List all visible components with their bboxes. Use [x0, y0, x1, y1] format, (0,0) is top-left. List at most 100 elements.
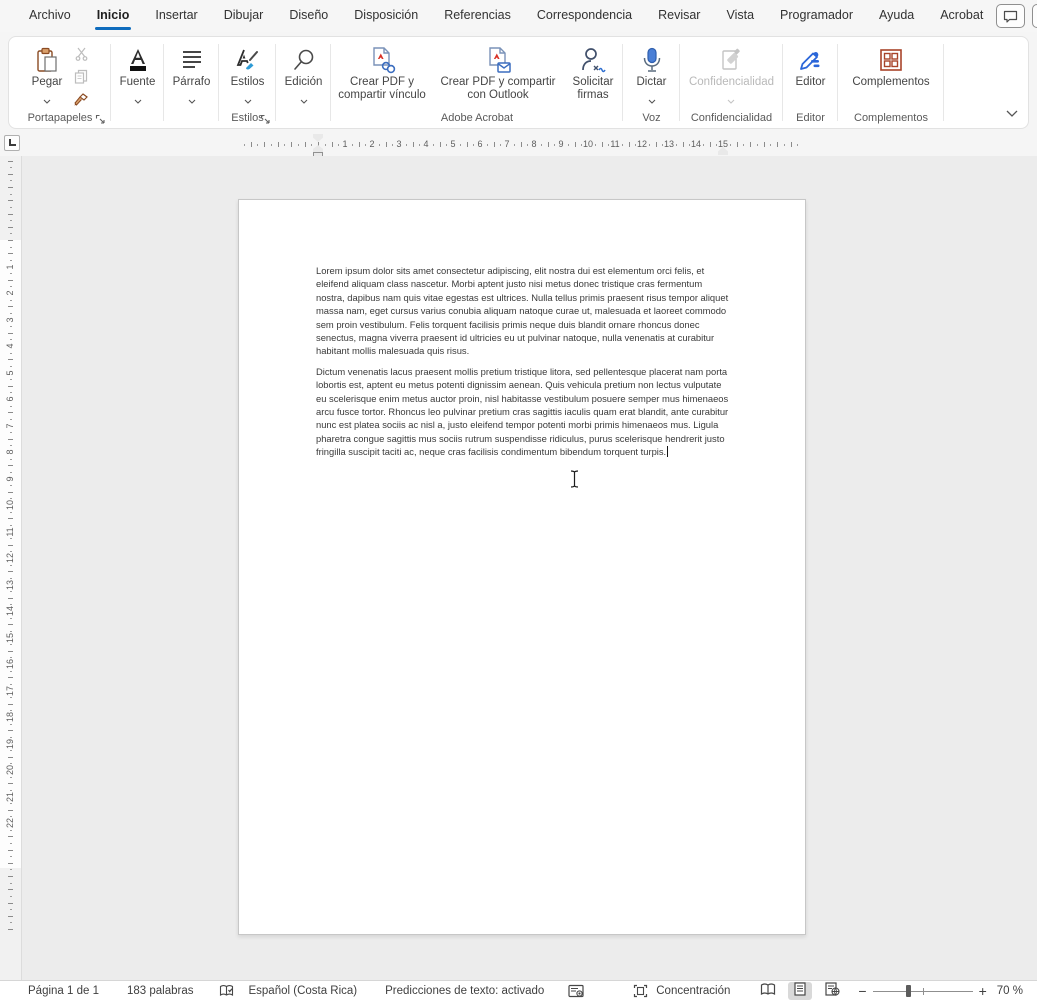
editing-label: Edición: [285, 76, 323, 89]
clipboard-icon: [33, 46, 61, 74]
styles-label: Estilos: [231, 76, 265, 89]
menu-tab-archivo[interactable]: Archivo: [16, 0, 84, 32]
menu-tab-ayuda[interactable]: Ayuda: [866, 0, 927, 32]
vertical-ruler[interactable]: 12345678910111213141516171819202122: [0, 156, 22, 980]
focus-mode-button[interactable]: Concentración: [656, 985, 730, 997]
ribbon: Pegar: [0, 32, 1037, 133]
zoom-out-button[interactable]: −: [858, 983, 866, 999]
format-painter-button[interactable]: [70, 92, 92, 112]
ruler-number: 12: [5, 551, 15, 565]
ruler-tick: [10, 591, 12, 592]
ruler-tick: [10, 485, 12, 486]
read-mode-button[interactable]: [756, 982, 780, 1000]
ruler-tick: [332, 142, 333, 147]
ruler-tick: [10, 869, 12, 870]
ruler-number: 17: [5, 684, 15, 698]
menu-tab-diseño[interactable]: Diseño: [276, 0, 341, 32]
status-bar: Página 1 de 1 183 palabras Español (Cost…: [0, 980, 1037, 1000]
ruler-tick: [379, 144, 380, 146]
ruler-tick: [797, 144, 798, 146]
font-button[interactable]: Fuente: [116, 44, 160, 128]
print-layout-button[interactable]: [788, 982, 812, 1000]
menu-tab-correspondencia[interactable]: Correspondencia: [524, 0, 645, 32]
chevron-down-icon: [648, 91, 656, 109]
ruler-tick: [8, 651, 13, 652]
editing-button[interactable]: Edición: [281, 44, 327, 128]
menu-tab-vista[interactable]: Vista: [713, 0, 767, 32]
ruler-tick: [548, 142, 549, 147]
format-painter-icon: [73, 92, 89, 112]
zoom-slider-thumb[interactable]: [906, 985, 911, 997]
menu-tab-acrobat[interactable]: Acrobat: [927, 0, 996, 32]
ruler-tick: [649, 144, 650, 146]
zoom-level[interactable]: 70 %: [997, 985, 1023, 997]
ruler-tick: [10, 300, 12, 301]
document-text[interactable]: Lorem ipsum dolor sits amet consectetur …: [316, 264, 732, 466]
editing-mode-button[interactable]: [1032, 4, 1037, 28]
sensitivity-icon: [717, 46, 745, 74]
zoom-in-button[interactable]: +: [979, 983, 987, 999]
paragraph-label: Párrafo: [173, 76, 211, 89]
addins-grid-icon: [877, 46, 905, 74]
cut-button[interactable]: [70, 46, 92, 66]
ruler-tick: [311, 144, 312, 146]
group-adobe-acrobat: Crear PDF y compartir vínculo Crear PDF …: [331, 37, 623, 128]
word-count[interactable]: 183 palabras: [127, 985, 194, 997]
menu-tab-insertar[interactable]: Insertar: [142, 0, 210, 32]
ruler-tick: [10, 326, 12, 327]
comments-button[interactable]: [996, 4, 1025, 28]
web-layout-button[interactable]: [820, 982, 844, 1000]
dialog-launcher-icon[interactable]: [260, 112, 271, 123]
menu-tab-revisar[interactable]: Revisar: [645, 0, 713, 32]
ruler-tick: [460, 144, 461, 146]
horizontal-ruler[interactable]: 123456789101112131415: [0, 133, 1037, 156]
font-icon: [124, 46, 152, 74]
ruler-tick: [10, 922, 12, 923]
ruler-tick: [791, 142, 792, 147]
sensitivity-label: Confidencialidad: [689, 76, 774, 89]
ruler-tick: [8, 492, 13, 493]
collapse-ribbon-button[interactable]: [1006, 104, 1018, 122]
menu-tab-referencias[interactable]: Referencias: [431, 0, 524, 32]
language-indicator[interactable]: Español (Costa Rica): [248, 985, 357, 997]
ruler-number: 1: [5, 260, 15, 274]
ruler-tick: [10, 207, 12, 208]
ruler-tick: [251, 142, 252, 147]
menu-tab-dibujar[interactable]: Dibujar: [211, 0, 277, 32]
document-canvas[interactable]: 12345678910111213141516171819202122 Lore…: [0, 156, 1037, 980]
paragraph[interactable]: Dictum venenatis lacus praesent mollis p…: [316, 365, 732, 459]
ruler-tick: [10, 432, 12, 433]
ruler-tick: [8, 439, 13, 440]
document-page[interactable]: Lorem ipsum dolor sits amet consectetur …: [238, 199, 806, 935]
ruler-tick: [757, 144, 758, 146]
ruler-tick: [8, 850, 13, 851]
ruler-number: 4: [420, 139, 432, 149]
paragraph[interactable]: Lorem ipsum dolor sits amet consectetur …: [316, 264, 732, 358]
macro-record-icon[interactable]: [568, 984, 584, 998]
ruler-number: 12: [636, 139, 648, 149]
ruler-number: 18: [5, 710, 15, 724]
menu-tab-inicio[interactable]: Inicio: [84, 0, 143, 32]
paragraph-button[interactable]: Párrafo: [169, 44, 215, 128]
group-editor: Editor Editor: [783, 37, 838, 128]
ruler-tick: [467, 142, 468, 147]
ruler-number: 15: [5, 631, 15, 645]
zoom-slider[interactable]: [873, 984, 973, 998]
ruler-tick: [575, 142, 576, 147]
dialog-launcher-icon[interactable]: [95, 112, 106, 123]
menu-tab-programador[interactable]: Programador: [767, 0, 866, 32]
page-indicator[interactable]: Página 1 de 1: [28, 985, 99, 997]
menu-tab-disposición[interactable]: Disposición: [341, 0, 431, 32]
ruler-tick: [10, 644, 12, 645]
ruler-tick: [777, 142, 778, 147]
editor-label: Editor: [795, 76, 825, 89]
ruler-tick: [8, 783, 13, 784]
ruler-tick: [8, 545, 13, 546]
ruler-tick: [10, 777, 12, 778]
ruler-tick: [413, 142, 414, 147]
text-predictions-indicator[interactable]: Predicciones de texto: activado: [385, 985, 544, 997]
spell-check-icon[interactable]: [219, 984, 234, 998]
ruler-tick: [8, 161, 13, 162]
copy-button[interactable]: [70, 69, 92, 89]
ruler-tick: [8, 876, 13, 877]
